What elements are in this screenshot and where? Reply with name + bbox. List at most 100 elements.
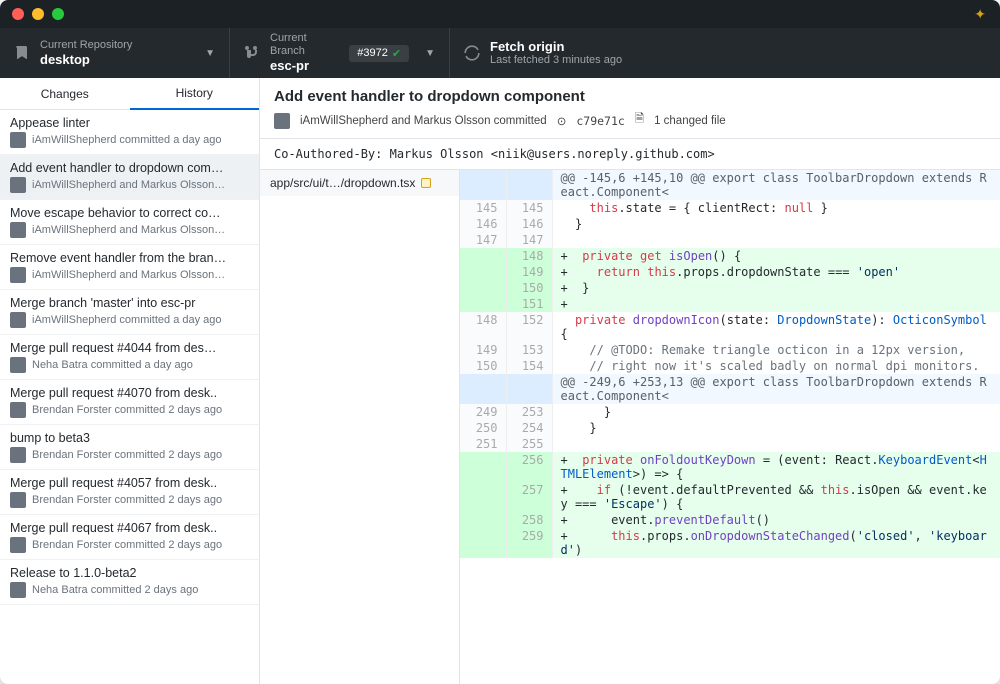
commit-item[interactable]: Add event handler to dropdown com… iAmWi… — [0, 155, 259, 200]
tab-changes[interactable]: Changes — [0, 78, 130, 110]
commit-item-meta: Brendan Forster committed 2 days ago — [32, 494, 222, 506]
chevron-down-icon: ▼ — [205, 48, 215, 59]
files-summary: 1 changed file — [654, 115, 726, 127]
avatar — [10, 267, 26, 283]
repo-label: Current Repository — [40, 39, 132, 52]
diff-line: 148+ private get isOpen() { — [460, 248, 1000, 264]
commit-item-meta: Neha Batra committed 2 days ago — [32, 584, 198, 596]
diff-line: 251255 — [460, 436, 1000, 452]
diff-line: 257+ if (!event.defaultPrevented && this… — [460, 482, 1000, 512]
file-item[interactable]: app/src/ui/t…/dropdown.tsx — [260, 170, 459, 196]
changed-files-list: app/src/ui/t…/dropdown.tsx — [260, 170, 460, 684]
commit-item[interactable]: Merge pull request #4044 from des… Neha … — [0, 335, 259, 380]
fetch-sub: Last fetched 3 minutes ago — [490, 54, 622, 67]
commit-item-title: Release to 1.1.0-beta2 — [10, 566, 249, 580]
commit-sha: c79e71c — [576, 114, 624, 128]
commit-body: Co-Authored-By: Markus Olsson <niik@user… — [260, 139, 1000, 170]
commit-item[interactable]: Merge branch 'master' into esc-pr iAmWil… — [0, 290, 259, 335]
diff-line: 151+ — [460, 296, 1000, 312]
commit-item-meta: iAmWillShepherd committed a day ago — [32, 134, 222, 146]
check-icon: ✔ — [392, 47, 401, 60]
avatar — [10, 582, 26, 598]
titlebar: ✦ — [0, 0, 1000, 28]
repo-value: desktop — [40, 52, 132, 68]
sync-icon — [464, 45, 480, 61]
commit-item-title: bump to beta3 — [10, 431, 249, 445]
repo-icon — [14, 45, 30, 61]
commit-item[interactable]: bump to beta3 Brendan Forster committed … — [0, 425, 259, 470]
diff-line: 258+ event.preventDefault() — [460, 512, 1000, 528]
avatar — [274, 113, 290, 129]
sidebar-tabs: Changes History — [0, 78, 259, 110]
commit-item-meta: Brendan Forster committed 2 days ago — [32, 404, 222, 416]
diff-line: 149+ return this.props.dropdownState ===… — [460, 264, 1000, 280]
commit-title: Add event handler to dropdown component — [274, 88, 986, 105]
diff-line: 250254 } — [460, 420, 1000, 436]
commit-item-title: Merge pull request #4070 from desk.. — [10, 386, 249, 400]
commit-item-title: Add event handler to dropdown com… — [10, 161, 249, 175]
commit-item-meta: iAmWillShepherd committed a day ago — [32, 314, 222, 326]
commit-item[interactable]: Merge pull request #4067 from desk.. Bre… — [0, 515, 259, 560]
commit-item[interactable]: Move escape behavior to correct co… iAmW… — [0, 200, 259, 245]
commit-list[interactable]: Appease linter iAmWillShepherd committed… — [0, 110, 259, 684]
sidebar: Changes History Appease linter iAmWillSh… — [0, 78, 260, 684]
commit-item-title: Merge pull request #4067 from desk.. — [10, 521, 249, 535]
diff-line: @@ -145,6 +145,10 @@ export class Toolba… — [460, 170, 1000, 200]
avatar — [10, 177, 26, 193]
diff-line: 145145 this.state = { clientRect: null } — [460, 200, 1000, 216]
avatar — [10, 402, 26, 418]
diff-view[interactable]: @@ -145,6 +145,10 @@ export class Toolba… — [460, 170, 1000, 684]
pr-number: #3972 — [357, 47, 388, 59]
diff-line: 148152 private dropdownIcon(state: Dropd… — [460, 312, 1000, 342]
commit-sha-icon: ⊙ — [557, 114, 567, 128]
tab-history[interactable]: History — [130, 78, 260, 110]
star-icon: ✦ — [974, 6, 986, 23]
avatar — [10, 357, 26, 373]
branch-label: Current Branch — [270, 32, 339, 58]
diff-line: 150154 // right now it's scaled badly on… — [460, 358, 1000, 374]
diff-line: 147147 — [460, 232, 1000, 248]
commit-item-title: Move escape behavior to correct co… — [10, 206, 249, 220]
branch-value: esc-pr — [270, 58, 339, 74]
avatar — [10, 537, 26, 553]
commit-detail: Add event handler to dropdown component … — [260, 78, 1000, 684]
commit-item-meta: Brendan Forster committed 2 days ago — [32, 449, 222, 461]
app-window: ✦ Current Repository desktop ▼ Current B… — [0, 0, 1000, 684]
commit-item[interactable]: Remove event handler from the bran… iAmW… — [0, 245, 259, 290]
chevron-down-icon: ▼ — [425, 48, 435, 59]
avatar — [10, 447, 26, 463]
commit-item[interactable]: Merge pull request #4057 from desk.. Bre… — [0, 470, 259, 515]
close-window-button[interactable] — [12, 8, 24, 20]
diff-line: 146146 } — [460, 216, 1000, 232]
diff-line: @@ -249,6 +253,13 @@ export class Toolba… — [460, 374, 1000, 404]
diff-line: 149153 // @TODO: Remake triangle octicon… — [460, 342, 1000, 358]
fetch-label: Fetch origin — [490, 39, 622, 55]
commit-item[interactable]: Release to 1.1.0-beta2 Neha Batra commit… — [0, 560, 259, 605]
window-controls — [12, 8, 64, 20]
commit-item-meta: iAmWillShepherd and Markus Olsson… — [32, 179, 225, 191]
file-path: app/src/ui/t…/dropdown.tsx — [270, 176, 415, 190]
toolbar: Current Repository desktop ▼ Current Bra… — [0, 28, 1000, 78]
commit-item[interactable]: Merge pull request #4070 from desk.. Bre… — [0, 380, 259, 425]
commit-item[interactable]: Appease linter iAmWillShepherd committed… — [0, 110, 259, 155]
pr-badge: #3972 ✔ — [349, 45, 409, 62]
commit-item-meta: iAmWillShepherd and Markus Olsson… — [32, 224, 225, 236]
maximize-window-button[interactable] — [52, 8, 64, 20]
branch-dropdown[interactable]: Current Branch esc-pr #3972 ✔ ▼ — [230, 28, 450, 78]
commit-item-title: Merge branch 'master' into esc-pr — [10, 296, 249, 310]
commit-authors: iAmWillShepherd and Markus Olsson commit… — [300, 115, 547, 127]
commit-item-meta: Neha Batra committed a day ago — [32, 359, 193, 371]
modified-badge-icon — [421, 178, 431, 188]
avatar — [10, 132, 26, 148]
repository-dropdown[interactable]: Current Repository desktop ▼ — [0, 28, 230, 78]
avatar — [10, 312, 26, 328]
commit-item-title: Remove event handler from the bran… — [10, 251, 249, 265]
commit-item-meta: Brendan Forster committed 2 days ago — [32, 539, 222, 551]
fetch-button[interactable]: Fetch origin Last fetched 3 minutes ago — [450, 28, 1000, 78]
commit-item-meta: iAmWillShepherd and Markus Olsson… — [32, 269, 225, 281]
diff-line: 150+ } — [460, 280, 1000, 296]
diff-line: 249253 } — [460, 404, 1000, 420]
commit-item-title: Merge pull request #4057 from desk.. — [10, 476, 249, 490]
minimize-window-button[interactable] — [32, 8, 44, 20]
file-icon: 🗎 — [635, 111, 644, 130]
